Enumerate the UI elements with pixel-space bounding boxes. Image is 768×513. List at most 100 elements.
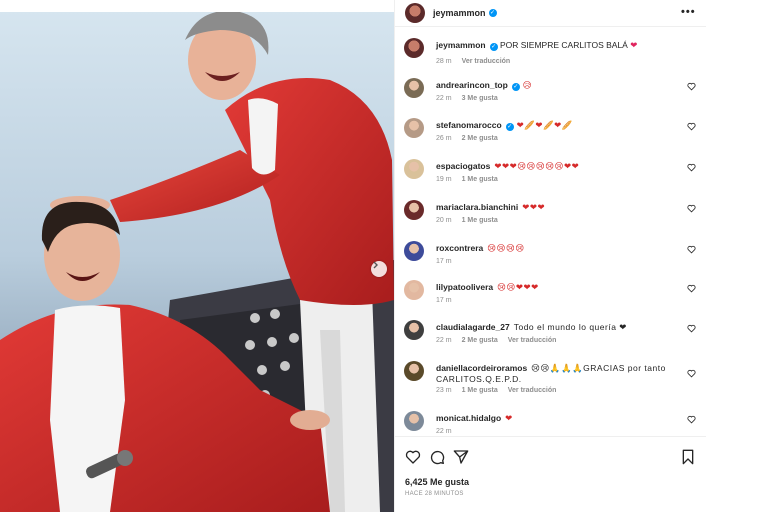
comment-likes[interactable]: 2 Me gusta (462, 135, 498, 142)
verified-badge-icon: ✓ (488, 9, 497, 17)
comment-time: 22 m (436, 428, 452, 435)
comment-like-heart-icon[interactable] (687, 204, 696, 213)
comment-text-wrap: stefanomarocco ✓ ❤🥖❤🥖❤🥖 (436, 120, 676, 131)
comment-text-wrap: roxcontrera 😢😢😢😢 (436, 243, 676, 254)
comment-avatar[interactable] (404, 320, 424, 340)
comment-meta: 26 m 2 Me gusta (436, 135, 498, 142)
comment-likes[interactable]: 2 Me gusta (462, 337, 498, 344)
comment-time: 19 m (436, 176, 452, 183)
comment-time: 23 m (436, 387, 452, 394)
caption-text: POR SIEMPRE CARLITOS BALÁ (499, 40, 628, 50)
post-time-ago: HACE 28 MINUTOS (405, 491, 464, 497)
comment-username[interactable]: monicat.hidalgo (436, 413, 501, 423)
comment-meta: 19 m 1 Me gusta (436, 176, 498, 183)
comment-username[interactable]: mariaclara.bianchini (436, 202, 518, 212)
comment-avatar[interactable] (404, 411, 424, 431)
comment-text: 😢😢😢😢 (487, 243, 525, 253)
chevron-right-icon (373, 261, 378, 269)
likes-count[interactable]: 6,425 Me gusta (405, 477, 469, 487)
comment-likes[interactable]: 3 Me gusta (462, 95, 498, 102)
comment-username[interactable]: claudialagarde_27 (436, 322, 510, 332)
comment-text-wrap: andrearincon_top ✓ 😥 (436, 80, 676, 91)
comment-time: 26 m (436, 135, 452, 142)
post-actions-bar: 6,425 Me gusta HACE 28 MINUTOS (395, 436, 707, 513)
verified-badge-icon: ✓ (511, 83, 520, 91)
comment-text-wrap: daniellacordeiroramos 😢😢🙏🙏🙏GRACIAS por ta… (436, 363, 676, 385)
comment-like-heart-icon[interactable] (687, 324, 696, 333)
comment-like-heart-icon[interactable] (687, 82, 696, 91)
comment-like-heart-icon[interactable] (687, 163, 696, 172)
comment-username[interactable]: daniellacordeiroramos (436, 363, 527, 373)
comment-meta: 17 m (436, 258, 452, 265)
comment-time: 22 m (436, 337, 452, 344)
author-username[interactable]: jeymammon (433, 8, 486, 18)
comment-likes[interactable]: 1 Me gusta (462, 217, 498, 224)
comments-list[interactable]: jeymammon ✓ POR SIEMPRE CARLITOS BALÁ ❤ 2… (395, 34, 707, 436)
comment-text: ❤❤❤😢😢😢😢😢❤❤ (494, 161, 580, 171)
caption-text-wrap: jeymammon ✓ POR SIEMPRE CARLITOS BALÁ ❤ (436, 40, 676, 51)
comment-avatar[interactable] (404, 118, 424, 138)
caption-avatar[interactable] (404, 38, 424, 58)
caption-emoji: ❤ (630, 40, 638, 50)
comment-avatar[interactable] (404, 361, 424, 381)
comment-like-heart-icon[interactable] (687, 369, 696, 378)
comment-like-heart-icon[interactable] (687, 284, 696, 293)
comment-meta: 23 m 1 Me gusta Ver traducción (436, 387, 556, 394)
comment-username[interactable]: stefanomarocco (436, 120, 502, 130)
comment-text: ❤ (505, 413, 513, 423)
comment-like-heart-icon[interactable] (687, 245, 696, 254)
comment-username[interactable]: lilypatoolivera (436, 282, 493, 292)
comment-username[interactable]: roxcontrera (436, 243, 483, 253)
photo-top-strip (0, 0, 394, 12)
comment-avatar[interactable] (404, 241, 424, 261)
comment-meta: 22 m (436, 428, 452, 435)
comment-avatar[interactable] (404, 159, 424, 179)
comment-username[interactable]: espaciogatos (436, 161, 490, 171)
post-photo[interactable] (0, 0, 394, 512)
caption-translate[interactable]: Ver traducción (462, 58, 511, 65)
caption-username[interactable]: jeymammon (436, 40, 486, 50)
comment-meta: 22 m 3 Me gusta (436, 95, 498, 102)
comment-text: ❤🥖❤🥖❤🥖 (516, 120, 573, 130)
verified-badge-icon: ✓ (489, 43, 498, 51)
comment-meta: 17 m (436, 297, 452, 304)
comment-text-wrap: espaciogatos ❤❤❤😢😢😢😢😢❤❤ (436, 161, 676, 172)
comment-text: Todo el mundo lo quería ❤ (513, 322, 627, 332)
comment-text: ❤❤❤ (522, 202, 546, 212)
heart-icon[interactable] (405, 449, 421, 465)
comment-meta: 20 m 1 Me gusta (436, 217, 498, 224)
comment-avatar[interactable] (404, 280, 424, 300)
comment-time: 20 m (436, 217, 452, 224)
author-avatar[interactable] (405, 3, 425, 23)
send-icon[interactable] (453, 449, 469, 465)
bookmark-icon[interactable] (680, 449, 696, 465)
comment-likes[interactable]: 1 Me gusta (462, 176, 498, 183)
caption-time: 28 m (436, 58, 452, 65)
comment-time: 17 m (436, 297, 452, 304)
comment-translate[interactable]: Ver traducción (508, 337, 557, 344)
author-username-wrap[interactable]: jeymammon ✓ (433, 8, 497, 18)
next-photo-button[interactable] (371, 261, 387, 277)
post-side-panel: jeymammon ✓ ••• jeymammon ✓ POR SIEMPRE C… (394, 0, 707, 512)
page-right-margin (706, 0, 768, 512)
post-header: jeymammon ✓ ••• (395, 0, 707, 27)
comment-likes[interactable]: 1 Me gusta (462, 387, 498, 394)
comment-avatar[interactable] (404, 200, 424, 220)
comment-text: 😢😢❤❤❤ (497, 282, 539, 292)
comment-text-wrap: claudialagarde_27 Todo el mundo lo quería… (436, 322, 676, 333)
more-options-icon[interactable]: ••• (681, 6, 696, 18)
comment-username[interactable]: andrearincon_top (436, 80, 508, 90)
verified-badge-icon: ✓ (505, 123, 514, 131)
comment-text-wrap: lilypatoolivera 😢😢❤❤❤ (436, 282, 676, 293)
comment-like-heart-icon[interactable] (687, 415, 696, 424)
comment-like-heart-icon[interactable] (687, 122, 696, 131)
comment-time: 17 m (436, 258, 452, 265)
comment-translate[interactable]: Ver traducción (508, 387, 557, 394)
comment-meta: 22 m 2 Me gusta Ver traducción (436, 337, 556, 344)
comment-avatar[interactable] (404, 78, 424, 98)
comment-time: 22 m (436, 95, 452, 102)
comment-icon[interactable] (429, 449, 445, 465)
photo-illustration (0, 0, 394, 512)
comment-text-wrap: monicat.hidalgo ❤ (436, 413, 676, 424)
caption-meta: 28 m Ver traducción (436, 58, 510, 65)
